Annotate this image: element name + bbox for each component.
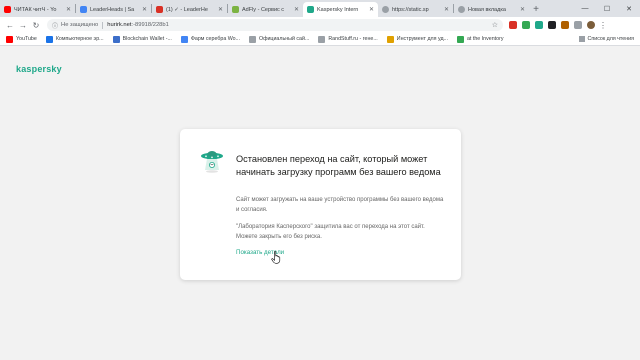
site-icon — [45, 35, 53, 43]
site-icon — [249, 35, 256, 43]
tab-strip: ЧИТАК читЧ - Yo ✕ LeaderHeads | Sa ✕ (1)… — [0, 0, 640, 17]
site-favicon-icon — [80, 6, 87, 13]
bookmark-label: Инструмент для уд... — [396, 36, 448, 42]
bookmark-item[interactable]: at the Inventory — [456, 35, 504, 43]
reading-list-icon — [578, 36, 585, 42]
tab-close-icon[interactable]: ✕ — [444, 6, 449, 13]
kaspersky-favicon-icon — [307, 6, 314, 13]
bookmark-label: Компьютерное эр... — [55, 36, 104, 42]
tab-title: LeaderHeads | Sa — [90, 6, 135, 13]
ufo-icon — [201, 151, 223, 173]
bookmark-label: Blockchain Wallet -... — [122, 36, 172, 42]
extension-icon[interactable] — [561, 21, 569, 29]
bookmark-item[interactable]: Компьютерное эр... — [45, 35, 104, 43]
bookmark-label: YouTube — [16, 36, 37, 42]
maximize-button[interactable]: ☐ — [596, 0, 618, 17]
bookmark-item[interactable]: Фарм серебра Wo... — [180, 35, 240, 43]
security-label[interactable]: Не защищено — [61, 22, 98, 28]
bookmark-item[interactable]: RandStuff.ru - гене... — [318, 35, 378, 43]
reading-list-button[interactable]: Список для чтения — [578, 36, 634, 42]
browser-toolbar: ← → ↻ ⓘ Не защищено hurirk.net:-89918/22… — [0, 17, 640, 33]
hand-cursor-icon — [271, 251, 281, 264]
bookmark-star-icon[interactable]: ☆ — [492, 21, 498, 29]
youtube-icon — [6, 35, 13, 43]
tab-close-icon[interactable]: ✕ — [66, 6, 71, 13]
bookmark-label: at the Inventory — [466, 36, 504, 42]
extension-icon[interactable] — [509, 21, 517, 29]
youtube-favicon-icon — [4, 6, 11, 13]
extension-icon[interactable] — [548, 21, 556, 29]
new-tab-button[interactable]: + — [529, 2, 543, 17]
forward-arrow-icon[interactable]: → — [17, 19, 29, 31]
gmail-favicon-icon — [156, 6, 163, 13]
tab-title: Kaspersky Intern — [317, 6, 359, 13]
tab-close-icon[interactable]: ✕ — [294, 6, 299, 13]
site-icon — [318, 35, 326, 43]
bookmarks-bar: YouTube Компьютерное эр... Blockchain Wa… — [0, 33, 640, 46]
site-icon — [386, 35, 394, 43]
browser-tab[interactable]: AdFly - Сервис с ✕ — [228, 2, 303, 17]
url-host: hurirk.net — [107, 22, 132, 28]
tab-title: (1) ✓ - LeaderHe — [166, 6, 208, 13]
reload-icon[interactable]: ↻ — [30, 19, 42, 31]
warning-description: Сайт может загружать на ваше устройство … — [236, 197, 444, 213]
window-controls: — ☐ ✕ — [574, 0, 640, 17]
tab-title: https://static.sp — [392, 6, 429, 13]
protection-note: "Лаборатория Касперского" защитила вас о… — [236, 224, 425, 240]
bookmark-item[interactable]: YouTube — [6, 35, 37, 43]
reading-list-label: Список для чтения — [587, 36, 634, 42]
globe-favicon-icon — [382, 6, 389, 13]
menu-kebab-icon[interactable]: ⋮ — [599, 21, 607, 30]
puzzle-extensions-icon[interactable] — [574, 21, 582, 29]
page-content: kaspersky Остановлен переход на сайт, ко… — [0, 47, 640, 360]
bookmark-label: Фарм серебра Wo... — [190, 36, 240, 42]
warning-card: Остановлен переход на сайт, который може… — [180, 129, 461, 280]
info-icon[interactable]: ⓘ — [52, 21, 58, 30]
browser-tab[interactable]: (1) ✓ - LeaderHe ✕ — [152, 2, 227, 17]
address-divider — [102, 21, 104, 29]
close-window-button[interactable]: ✕ — [618, 0, 640, 17]
address-bar[interactable]: ⓘ Не защищено hurirk.net:-89918/228b1 ☆ — [47, 19, 503, 31]
extension-icon[interactable] — [522, 21, 530, 29]
browser-tab[interactable]: ЧИТАК читЧ - Yo ✕ — [0, 2, 75, 17]
back-arrow-icon[interactable]: ← — [4, 19, 16, 31]
browser-tab[interactable]: Новая вкладка ✕ — [454, 2, 529, 17]
site-icon — [456, 35, 464, 43]
browser-tab-active[interactable]: Kaspersky Intern ✕ — [303, 2, 378, 17]
adfly-favicon-icon — [232, 6, 239, 13]
tab-close-icon[interactable]: ✕ — [520, 6, 525, 13]
globe-favicon-icon — [458, 6, 465, 13]
url-path: :-89918/228b1 — [131, 22, 169, 28]
site-icon — [180, 35, 188, 43]
tab-title: AdFly - Сервис с — [242, 6, 285, 13]
bookmark-item[interactable]: Blockchain Wallet -... — [112, 35, 172, 43]
tab-title: Новая вкладка — [468, 6, 506, 13]
kaspersky-logo: kaspersky — [16, 64, 62, 74]
minimize-button[interactable]: — — [574, 0, 596, 17]
warning-title: Остановлен переход на сайт, который може… — [236, 154, 441, 177]
tab-close-icon[interactable]: ✕ — [218, 6, 223, 13]
tab-close-icon[interactable]: ✕ — [142, 6, 147, 13]
extensions-area — [509, 21, 595, 29]
bookmark-item[interactable]: Официальный сай... — [249, 35, 310, 43]
browser-tab[interactable]: https://static.sp ✕ — [378, 2, 453, 17]
browser-tab[interactable]: LeaderHeads | Sa ✕ — [76, 2, 151, 17]
bookmark-item[interactable]: Инструмент для уд... — [386, 35, 448, 43]
tab-title: ЧИТАК читЧ - Yo — [14, 6, 57, 13]
avatar[interactable] — [587, 21, 595, 29]
extension-icon[interactable] — [535, 21, 543, 29]
blockchain-icon — [112, 35, 120, 43]
tab-close-icon[interactable]: ✕ — [369, 6, 374, 13]
bookmark-label: RandStuff.ru - гене... — [328, 36, 378, 42]
bookmark-label: Официальный сай... — [259, 36, 310, 42]
